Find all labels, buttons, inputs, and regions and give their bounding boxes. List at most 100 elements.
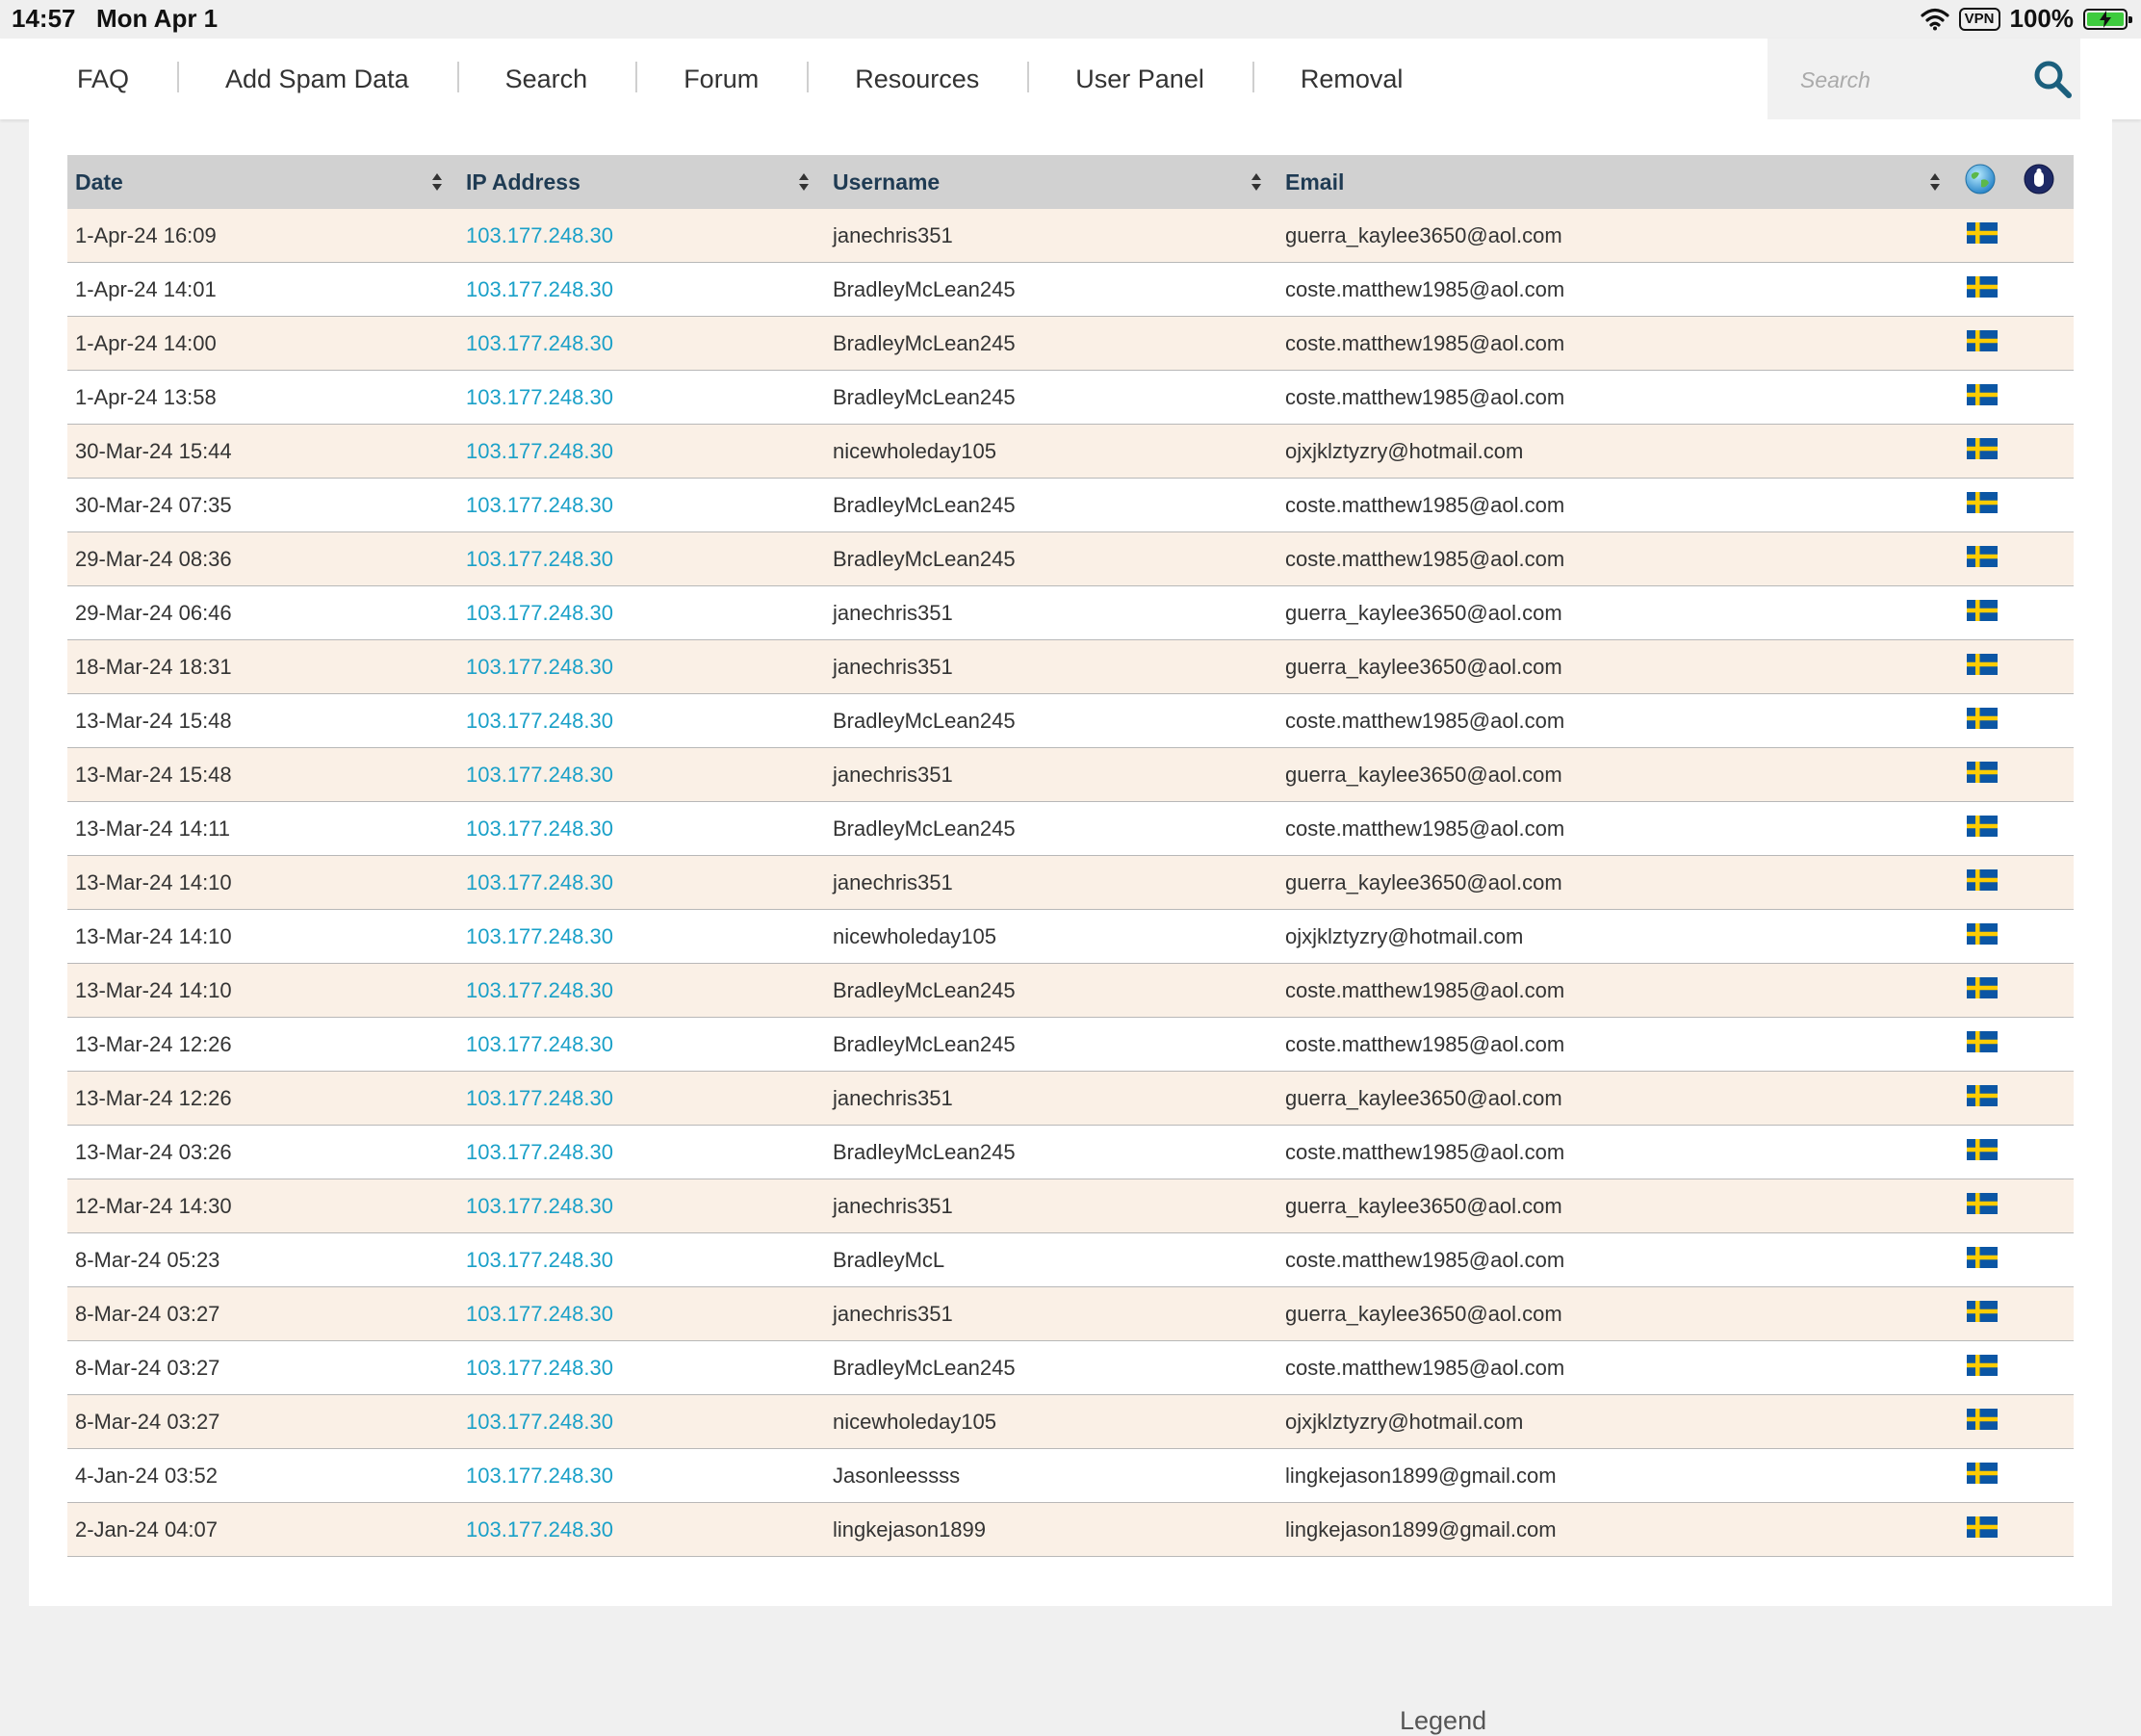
vpn-badge: VPN — [1958, 7, 2000, 31]
header-email-label: Email — [1285, 168, 1345, 194]
cell-country — [1956, 424, 2015, 479]
cell-username: janechris351 — [825, 585, 1277, 640]
ip-link[interactable]: 103.177.248.30 — [466, 655, 613, 679]
table-row: 13-Mar-24 12:26 103.177.248.30 BradleyMcLe… — [67, 1017, 2074, 1072]
cell-username: janechris351 — [825, 639, 1277, 694]
cell-visit — [2015, 1340, 2074, 1395]
ip-link[interactable]: 103.177.248.30 — [466, 331, 613, 355]
search-icon[interactable] — [2031, 58, 2074, 100]
ip-link[interactable]: 103.177.248.30 — [466, 1464, 613, 1488]
cell-country — [1956, 855, 2015, 910]
header-email[interactable]: Email — [1277, 155, 1956, 209]
ip-link[interactable]: 103.177.248.30 — [466, 816, 613, 841]
cell-country — [1956, 1448, 2015, 1503]
table-row: 8-Mar-24 05:23 103.177.248.30 BradleyMcL co… — [67, 1232, 2074, 1287]
table-row: 13-Mar-24 14:10 103.177.248.30 nicewholeda… — [67, 909, 2074, 964]
cell-visit — [2015, 1448, 2074, 1503]
cell-username: BradleyMcLean245 — [825, 801, 1277, 856]
sweden-flag-icon — [1967, 491, 1998, 519]
cell-username: nicewholeday105 — [825, 909, 1277, 964]
cell-username: BradleyMcLean245 — [825, 1340, 1277, 1395]
cell-visit — [2015, 262, 2074, 317]
ip-link[interactable]: 103.177.248.30 — [466, 709, 613, 733]
cell-visit — [2015, 747, 2074, 802]
ip-link[interactable]: 103.177.248.30 — [466, 601, 613, 625]
sort-icon[interactable] — [1929, 172, 1941, 192]
sweden-flag-icon — [1967, 1192, 1998, 1220]
ip-link[interactable]: 103.177.248.30 — [466, 924, 613, 948]
legend-title: Legend — [1400, 1706, 1487, 1735]
ip-link[interactable]: 103.177.248.30 — [466, 277, 613, 301]
cell-email: guerra_kaylee3650@aol.com — [1277, 855, 1956, 910]
sweden-flag-icon — [1967, 1408, 1998, 1436]
cell-ip: 103.177.248.30 — [458, 316, 825, 371]
cell-email: coste.matthew1985@aol.com — [1277, 1340, 1956, 1395]
sort-icon[interactable] — [798, 172, 810, 192]
nav-search[interactable]: Search — [456, 61, 636, 94]
sweden-flag-icon — [1967, 868, 1998, 896]
ip-link[interactable]: 103.177.248.30 — [466, 385, 613, 409]
cell-ip: 103.177.248.30 — [458, 909, 825, 964]
cell-email: coste.matthew1985@aol.com — [1277, 478, 1956, 532]
battery-percent: 100% — [2009, 4, 2075, 33]
sort-icon[interactable] — [1251, 172, 1262, 192]
ip-link[interactable]: 103.177.248.30 — [466, 1086, 613, 1110]
ip-link[interactable]: 103.177.248.30 — [466, 439, 613, 463]
cell-country — [1956, 747, 2015, 802]
header-ip[interactable]: IP Address — [458, 155, 825, 209]
nav-add-spam-data[interactable]: Add Spam Data — [177, 61, 457, 94]
ip-link[interactable]: 103.177.248.30 — [466, 1032, 613, 1056]
table-row: 8-Mar-24 03:27 103.177.248.30 BradleyMcLea… — [67, 1340, 2074, 1395]
nav-removal[interactable]: Removal — [1251, 61, 1452, 94]
header-username[interactable]: Username — [825, 155, 1277, 209]
ip-link[interactable]: 103.177.248.30 — [466, 870, 613, 894]
cell-ip: 103.177.248.30 — [458, 262, 825, 317]
ip-link[interactable]: 103.177.248.30 — [466, 1356, 613, 1380]
nav-forum[interactable]: Forum — [635, 61, 807, 94]
ip-link[interactable]: 103.177.248.30 — [466, 978, 613, 1002]
table-row: 13-Mar-24 15:48 103.177.248.30 BradleyMcLe… — [67, 693, 2074, 748]
sort-icon[interactable] — [431, 172, 443, 192]
cell-date: 1-Apr-24 16:09 — [67, 209, 458, 263]
cell-ip: 103.177.248.30 — [458, 478, 825, 532]
cell-visit — [2015, 478, 2074, 532]
nav-user-panel[interactable]: User Panel — [1027, 61, 1252, 94]
cell-ip: 103.177.248.30 — [458, 1340, 825, 1395]
ip-link[interactable]: 103.177.248.30 — [466, 763, 613, 787]
ip-link[interactable]: 103.177.248.30 — [466, 547, 613, 571]
sweden-flag-icon — [1967, 976, 1998, 1004]
table-row: 29-Mar-24 08:36 103.177.248.30 BradleyMcLe… — [67, 531, 2074, 586]
cell-ip: 103.177.248.30 — [458, 1286, 825, 1341]
ip-link[interactable]: 103.177.248.30 — [466, 1248, 613, 1272]
cell-country — [1956, 585, 2015, 640]
cell-date: 30-Mar-24 07:35 — [67, 478, 458, 532]
cell-username: Jasonleessss — [825, 1448, 1277, 1503]
cell-username: BradleyMcLean245 — [825, 1125, 1277, 1179]
ip-link[interactable]: 103.177.248.30 — [466, 223, 613, 247]
nav-resources[interactable]: Resources — [807, 61, 1027, 94]
cell-date: 13-Mar-24 14:10 — [67, 855, 458, 910]
header-date[interactable]: Date — [67, 155, 458, 209]
table-row: 13-Mar-24 14:10 103.177.248.30 janechris35… — [67, 855, 2074, 910]
cell-email: coste.matthew1985@aol.com — [1277, 370, 1956, 425]
search-input[interactable] — [1798, 60, 1995, 100]
cell-username: nicewholeday105 — [825, 1394, 1277, 1449]
ip-link[interactable]: 103.177.248.30 — [466, 1140, 613, 1164]
cell-date: 1-Apr-24 14:00 — [67, 316, 458, 371]
ip-link[interactable]: 103.177.248.30 — [466, 1302, 613, 1326]
cell-email: coste.matthew1985@aol.com — [1277, 262, 1956, 317]
search-box — [1767, 39, 2080, 119]
ip-link[interactable]: 103.177.248.30 — [466, 1410, 613, 1434]
cell-date: 13-Mar-24 03:26 — [67, 1125, 458, 1179]
cell-username: BradleyMcLean245 — [825, 693, 1277, 748]
cell-visit — [2015, 1286, 2074, 1341]
cell-username: lingkejason1899 — [825, 1502, 1277, 1557]
cell-date: 12-Mar-24 14:30 — [67, 1179, 458, 1233]
cell-email: ojxjklztyzry@hotmail.com — [1277, 424, 1956, 479]
ip-link[interactable]: 103.177.248.30 — [466, 493, 613, 517]
ip-link[interactable]: 103.177.248.30 — [466, 1517, 613, 1542]
cell-visit — [2015, 909, 2074, 964]
ip-link[interactable]: 103.177.248.30 — [466, 1194, 613, 1218]
nav-faq[interactable]: FAQ — [0, 65, 177, 94]
cell-ip: 103.177.248.30 — [458, 1502, 825, 1557]
